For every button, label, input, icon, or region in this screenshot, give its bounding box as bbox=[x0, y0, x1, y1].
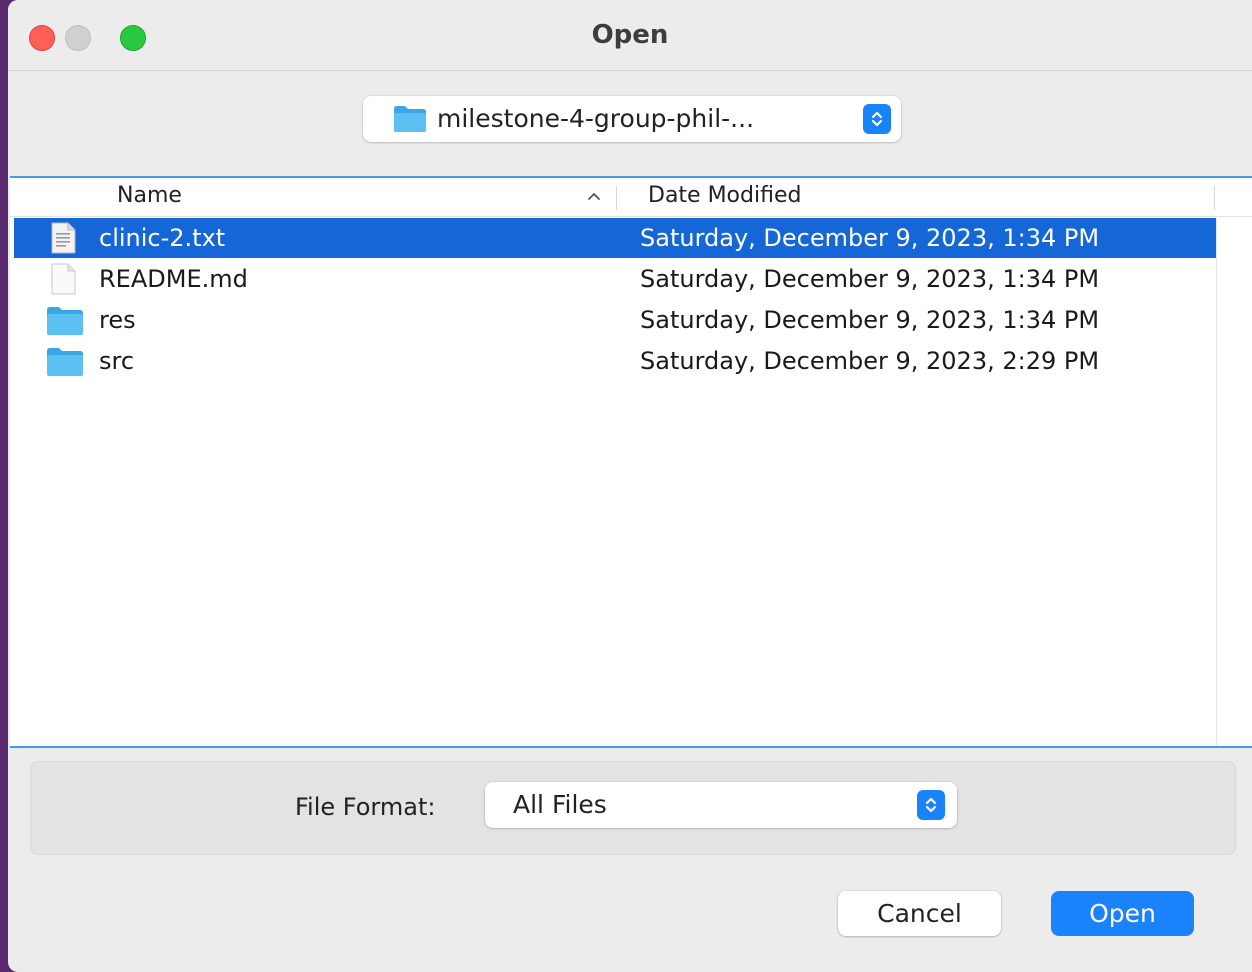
column-header: Name Date Modified bbox=[10, 178, 1252, 217]
location-label: milestone-4-group-phil-... bbox=[437, 104, 755, 133]
file-list[interactable]: Name Date Modified clinic-2.txt Saturday… bbox=[10, 176, 1252, 748]
file-format-value: All Files bbox=[513, 790, 607, 819]
file-format-stepper-icon[interactable] bbox=[917, 790, 945, 820]
file-row[interactable]: src Saturday, December 9, 2023, 2:29 PM bbox=[14, 341, 1216, 381]
column-name-header[interactable]: Name bbox=[117, 183, 182, 208]
location-stepper-icon[interactable] bbox=[863, 104, 891, 134]
text-file-icon bbox=[50, 222, 76, 258]
column-separator bbox=[1216, 216, 1217, 746]
column-divider[interactable] bbox=[1214, 186, 1215, 210]
file-name: src bbox=[99, 347, 135, 375]
sort-ascending-icon[interactable] bbox=[586, 187, 602, 206]
cancel-button[interactable]: Cancel bbox=[838, 891, 1001, 936]
file-date: Saturday, December 9, 2023, 2:29 PM bbox=[640, 347, 1100, 375]
file-name: README.md bbox=[99, 265, 248, 293]
file-date: Saturday, December 9, 2023, 1:34 PM bbox=[640, 306, 1100, 334]
open-dialog: Open milestone-4-group-phil-... Name Dat… bbox=[8, 0, 1252, 972]
dialog-title: Open bbox=[591, 20, 669, 50]
column-divider[interactable] bbox=[616, 186, 617, 210]
file-row[interactable]: res Saturday, December 9, 2023, 1:34 PM bbox=[14, 300, 1216, 340]
file-row[interactable]: clinic-2.txt Saturday, December 9, 2023,… bbox=[14, 218, 1216, 258]
location-popup[interactable]: milestone-4-group-phil-... bbox=[363, 96, 901, 142]
file-format-select[interactable]: All Files bbox=[485, 782, 957, 828]
folder-icon bbox=[46, 347, 84, 381]
title-bar: Open bbox=[8, 0, 1252, 71]
file-date: Saturday, December 9, 2023, 1:34 PM bbox=[640, 265, 1100, 293]
file-format-label: File Format: bbox=[295, 793, 436, 821]
open-button[interactable]: Open bbox=[1051, 891, 1194, 936]
blank-file-icon bbox=[50, 263, 76, 299]
file-name: clinic-2.txt bbox=[99, 224, 226, 252]
file-name: res bbox=[99, 306, 136, 334]
folder-icon bbox=[46, 306, 84, 340]
file-row[interactable]: README.md Saturday, December 9, 2023, 1:… bbox=[14, 259, 1216, 299]
column-date-header[interactable]: Date Modified bbox=[648, 183, 801, 208]
file-format-panel: File Format: All Files bbox=[30, 761, 1236, 855]
file-date: Saturday, December 9, 2023, 1:34 PM bbox=[640, 224, 1100, 252]
folder-icon bbox=[393, 105, 427, 137]
